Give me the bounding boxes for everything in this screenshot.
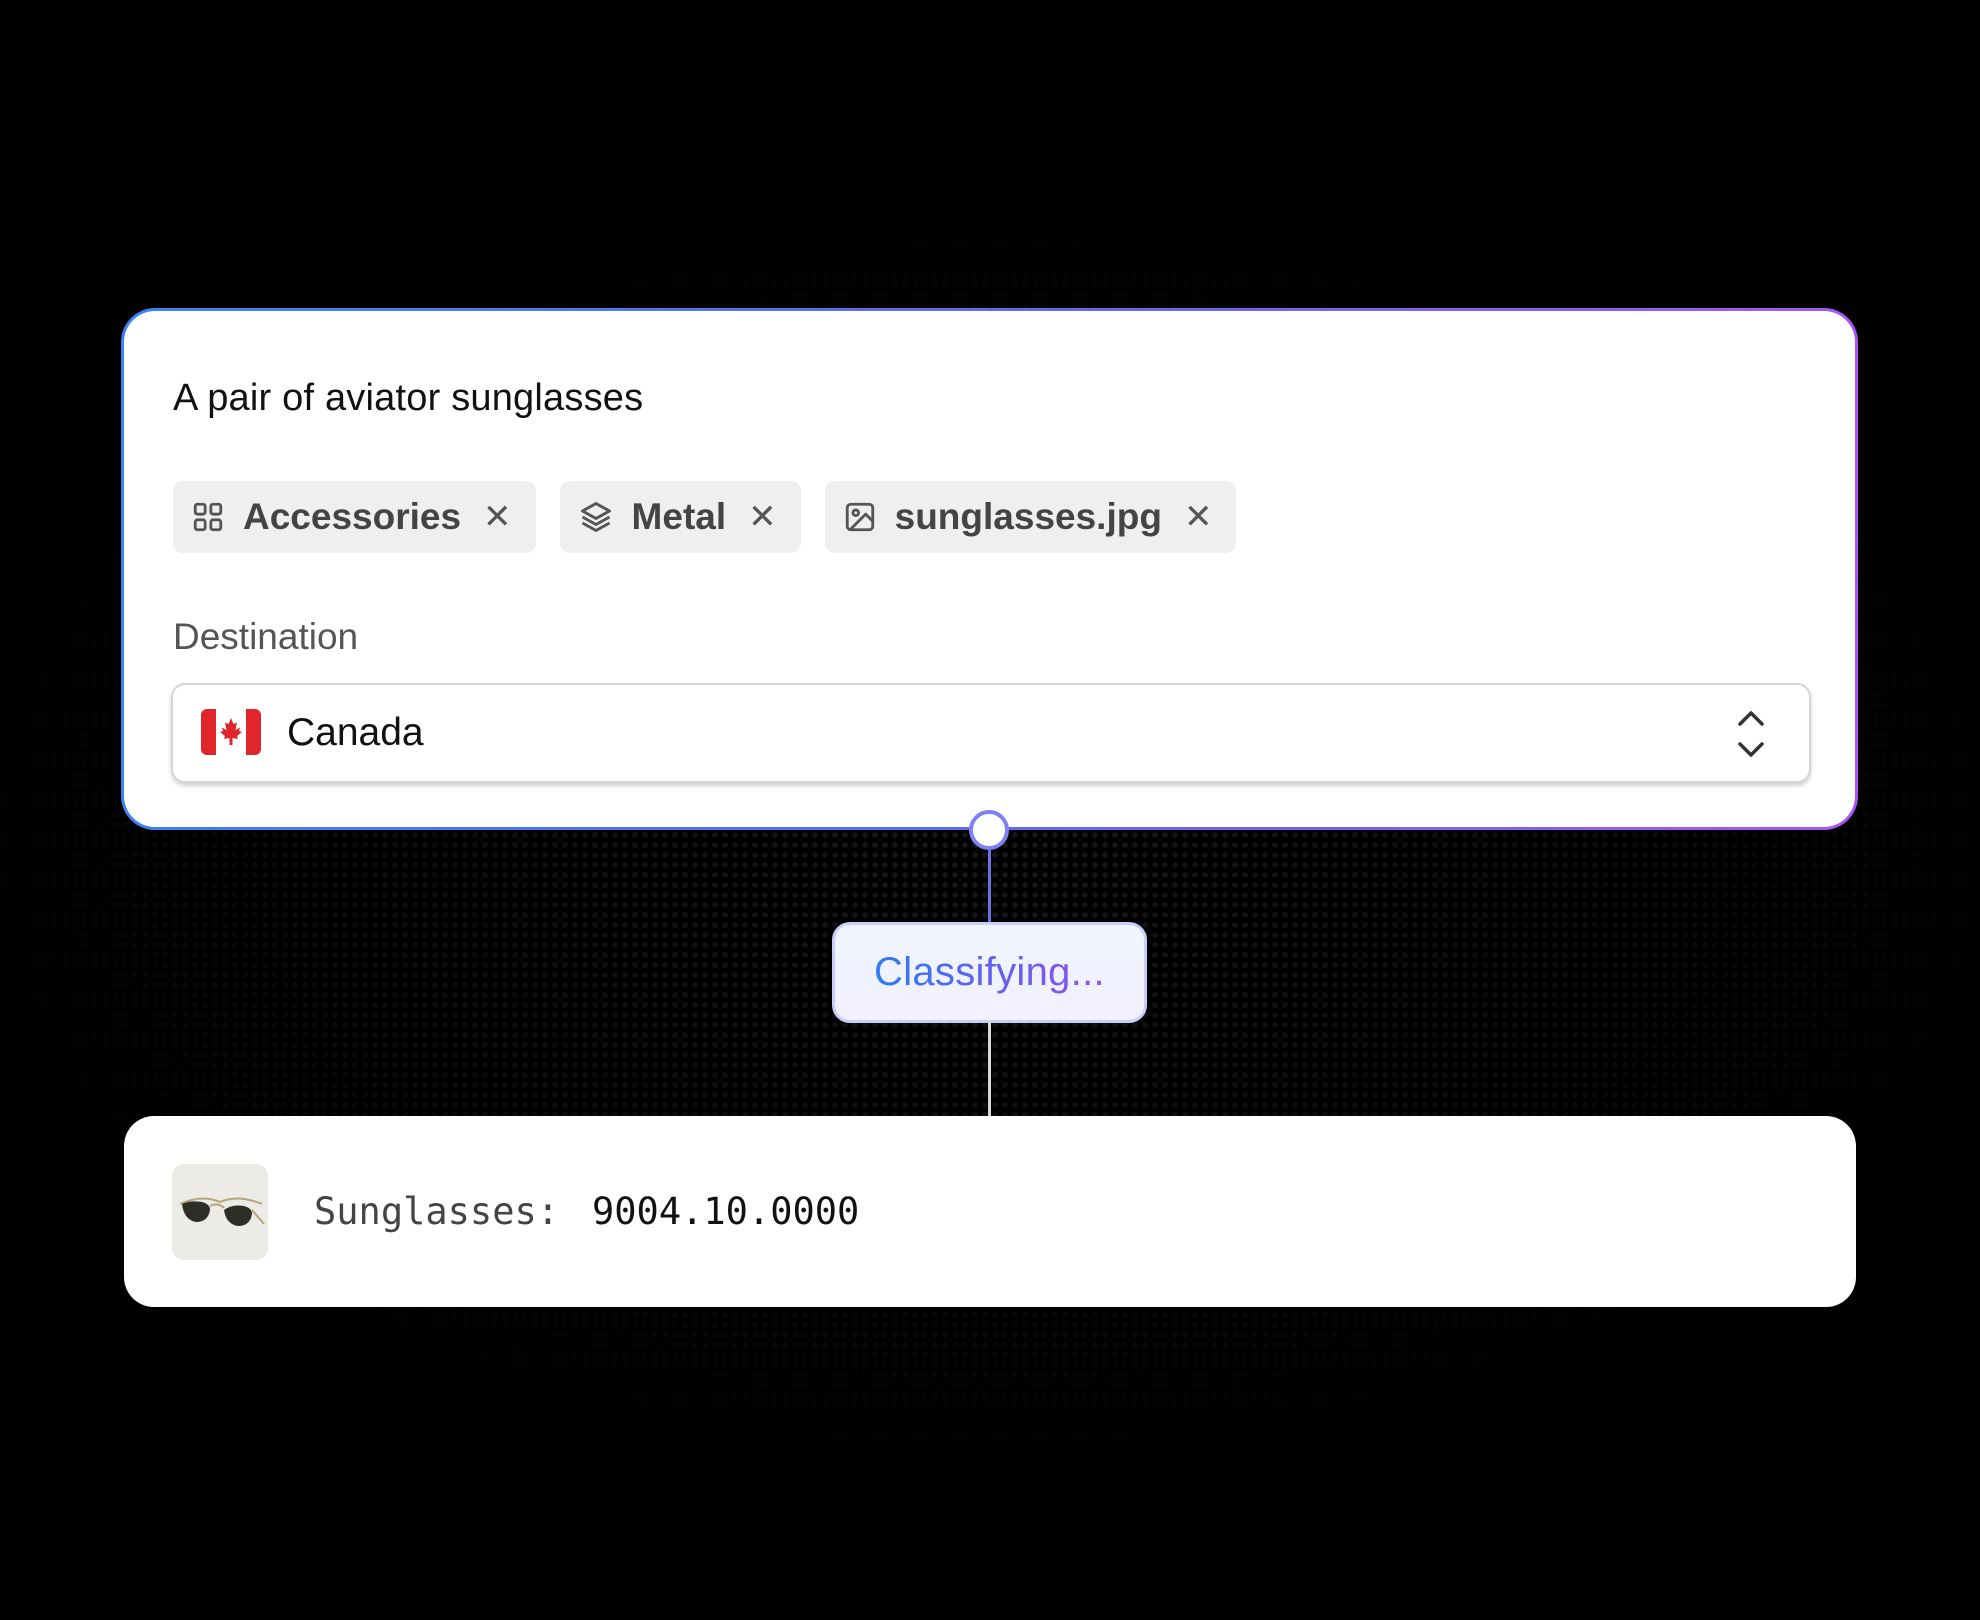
attribute-chips: Accessories ✕ Metal ✕ sunglasses.jpg ✕ — [173, 481, 1237, 553]
product-description[interactable]: A pair of aviator sunglasses — [173, 377, 643, 420]
status-text: Classifying... — [874, 950, 1105, 994]
result-card: Sunglasses: 9004.10.0000 — [124, 1116, 1856, 1307]
image-icon — [843, 500, 877, 534]
input-card-body: A pair of aviator sunglasses Accessories… — [124, 311, 1855, 827]
chip-sunglasses-jpg[interactable]: sunglasses.jpg ✕ — [824, 481, 1237, 553]
result-label: Sunglasses: — [314, 1190, 560, 1233]
chip-metal[interactable]: Metal ✕ — [559, 481, 801, 553]
chevron-up-down-icon — [1733, 707, 1769, 766]
sunglasses-thumbnail — [172, 1164, 268, 1260]
destination-select[interactable]: Canada — [171, 683, 1811, 783]
grid-icon — [191, 500, 225, 534]
input-card: A pair of aviator sunglasses Accessories… — [121, 308, 1858, 830]
destination-label: Destination — [173, 616, 359, 657]
chip-label: sunglasses.jpg — [894, 496, 1162, 537]
chip-label: Accessories — [243, 496, 462, 537]
connector-line-bottom — [988, 1020, 991, 1116]
canada-flag-icon — [201, 709, 261, 755]
close-icon[interactable]: ✕ — [1184, 500, 1213, 534]
chip-accessories[interactable]: Accessories ✕ — [173, 481, 536, 553]
status-pill: Classifying... — [832, 922, 1147, 1023]
chip-label: Metal — [631, 496, 727, 537]
hs-code: 9004.10.0000 — [592, 1190, 860, 1233]
layers-icon — [578, 499, 614, 535]
connector-node — [969, 810, 1009, 850]
close-icon[interactable]: ✕ — [483, 500, 512, 534]
close-icon[interactable]: ✕ — [748, 500, 777, 534]
connector-line-top — [988, 850, 991, 924]
destination-value: Canada — [287, 711, 424, 754]
